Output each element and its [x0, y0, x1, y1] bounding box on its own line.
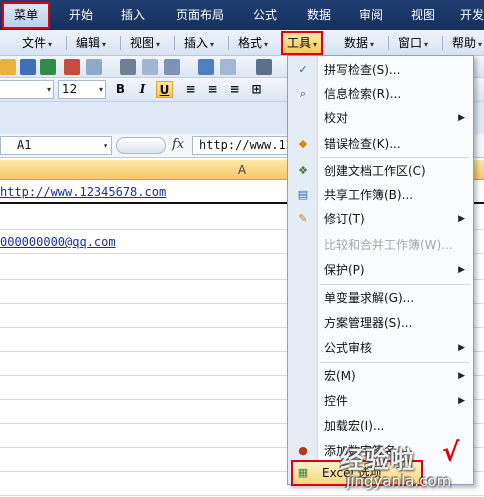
align-right-icon[interactable]: ≡ — [226, 81, 243, 98]
spelling-icon[interactable] — [198, 59, 214, 75]
formula-input[interactable]: http://www.12345678.com — [192, 136, 288, 155]
formula-controls — [116, 137, 166, 154]
menu-item-spelling[interactable]: ✓ 拼写检查(S)... — [289, 58, 473, 82]
menu-item-protection[interactable]: 保护(P) ▶ — [289, 258, 473, 282]
chevron-down-icon: ▾ — [102, 40, 107, 49]
email-icon[interactable] — [86, 59, 102, 75]
cut-icon[interactable] — [256, 59, 272, 75]
menu-item-share-workbook[interactable]: ▤ 共享工作簿(B)... — [289, 183, 473, 207]
track-changes-icon: ✎ — [298, 212, 308, 225]
tab-page-layout[interactable]: 页面布局 — [165, 0, 235, 30]
menu-data[interactable]: 数据 ▾ — [344, 34, 374, 52]
menu-item-formula-auditing[interactable]: 公式审核 ▶ — [289, 336, 473, 360]
menu-item-add-ins[interactable]: 加载宏(I)... — [289, 414, 473, 438]
menu-item-research[interactable]: ⌕ 信息检索(R)... — [289, 82, 473, 106]
submenu-arrow-icon: ▶ — [458, 371, 465, 381]
submenu-arrow-icon: ▶ — [458, 265, 465, 275]
tab-data[interactable]: 数据 — [294, 0, 344, 30]
menu-help[interactable]: 帮助 ▾ — [452, 34, 482, 52]
menu-item-proofing[interactable]: 校对 ▶ — [289, 106, 473, 130]
chevron-down-icon: ▾ — [48, 40, 53, 49]
watermark-check-icon: √ — [442, 438, 460, 468]
chevron-down-icon: ▾ — [313, 40, 318, 49]
submenu-arrow-icon: ▶ — [458, 343, 465, 353]
font-name-select[interactable]: ▾ — [0, 80, 54, 99]
print-preview-icon[interactable] — [142, 59, 158, 75]
submenu-arrow-icon: ▶ — [458, 113, 465, 123]
tab-developer[interactable]: 开发 — [452, 0, 484, 30]
menu-item-controls[interactable]: 控件 ▶ — [289, 389, 473, 413]
tab-home[interactable]: 开始 — [56, 0, 106, 30]
cell-a1[interactable]: http://www.12345678.com — [0, 185, 166, 199]
submenu-arrow-icon: ▶ — [458, 396, 465, 406]
watermark-url: jingyanla.com — [346, 472, 452, 490]
bold-button[interactable]: B — [112, 81, 129, 98]
menu-item-macro[interactable]: 宏(M) ▶ — [289, 364, 473, 388]
tab-view[interactable]: 视图 — [398, 0, 448, 30]
excel-icon[interactable] — [40, 59, 56, 75]
menu-edit[interactable]: 编辑 ▾ — [76, 34, 106, 52]
research-icon[interactable] — [220, 59, 236, 75]
submenu-arrow-icon: ▶ — [458, 214, 465, 224]
research-icon: ⌕ — [299, 87, 307, 100]
error-check-icon: ◆ — [298, 137, 308, 150]
page-setup-icon[interactable] — [164, 59, 180, 75]
tab-menu[interactable]: 菜单 — [2, 2, 50, 29]
menu-window[interactable]: 窗口 ▾ — [398, 34, 428, 52]
ribbon-tab-bar: 菜单 开始 插入 页面布局 公式 数据 审阅 视图 开发 — [0, 0, 484, 30]
menu-item-error-checking[interactable]: ◆ 错误检查(K)... — [289, 132, 473, 156]
insert-function-icon[interactable]: fx — [172, 137, 184, 152]
share-workbook-icon: ▤ — [297, 188, 309, 201]
chevron-down-icon: ▾ — [46, 85, 51, 94]
chevron-down-icon: ▾ — [156, 40, 161, 49]
font-size-select[interactable]: 12 ▾ — [58, 80, 106, 99]
tab-insert[interactable]: 插入 — [108, 0, 158, 30]
merge-center-icon[interactable]: ⊞ — [248, 81, 265, 98]
chevron-down-icon: ▾ — [370, 40, 375, 49]
chevron-down-icon: ▾ — [264, 40, 269, 49]
tab-formulas[interactable]: 公式 — [240, 0, 290, 30]
chevron-down-icon: ▾ — [478, 40, 483, 49]
tools-dropdown-menu: ✓ 拼写检查(S)... ⌕ 信息检索(R)... 校对 ▶ ◆ 错误检查(K)… — [287, 55, 474, 486]
name-box[interactable]: A1 ▾ — [0, 136, 112, 155]
open-icon[interactable] — [0, 59, 16, 75]
menu-view[interactable]: 视图 ▾ — [130, 34, 160, 52]
align-center-icon[interactable]: ≡ — [204, 81, 221, 98]
menu-item-compare-merge: 比较和合并工作簿(W)... — [324, 238, 453, 252]
cell-a3[interactable]: 000000000@qq.com — [0, 235, 116, 249]
spellcheck-icon: ✓ — [298, 63, 308, 76]
chevron-down-icon: ▾ — [103, 141, 108, 150]
chevron-down-icon: ▾ — [210, 40, 215, 49]
chevron-down-icon: ▾ — [98, 85, 103, 94]
permission-icon[interactable] — [64, 59, 80, 75]
menu-tools[interactable]: 工具 ▾ — [281, 31, 324, 55]
menu-insert[interactable]: 插入 ▾ — [184, 34, 214, 52]
menu-item-track-changes[interactable]: ✎ 修订(T) ▶ — [289, 207, 473, 231]
menu-format[interactable]: 格式 ▾ — [238, 34, 268, 52]
underline-button[interactable]: U — [156, 81, 173, 98]
menu-item-create-workspace[interactable]: ❖ 创建文档工作区(C) — [289, 159, 473, 183]
menu-item-goal-seek[interactable]: 单变量求解(G)... — [289, 286, 473, 310]
save-icon[interactable] — [20, 59, 36, 75]
tab-review[interactable]: 审阅 — [346, 0, 396, 30]
watermark-text: 经验啦 — [340, 446, 415, 474]
digital-signature-icon: ● — [298, 444, 308, 457]
align-left-icon[interactable]: ≡ — [182, 81, 199, 98]
menu-file[interactable]: 文件 ▾ — [22, 34, 52, 52]
workspace-icon: ❖ — [298, 164, 308, 177]
menu-bar: 文件 ▾ 编辑 ▾ 视图 ▾ 插入 ▾ 格式 ▾ 工具 ▾ 数据 ▾ 窗口 ▾ 帮助 ▾ — [0, 30, 484, 56]
print-icon[interactable] — [120, 59, 136, 75]
menu-item-scenario-manager[interactable]: 方案管理器(S)... — [289, 311, 473, 335]
italic-button[interactable]: I — [134, 81, 151, 98]
excel-options-icon: ▦ — [297, 466, 309, 479]
chevron-down-icon: ▾ — [424, 40, 429, 49]
